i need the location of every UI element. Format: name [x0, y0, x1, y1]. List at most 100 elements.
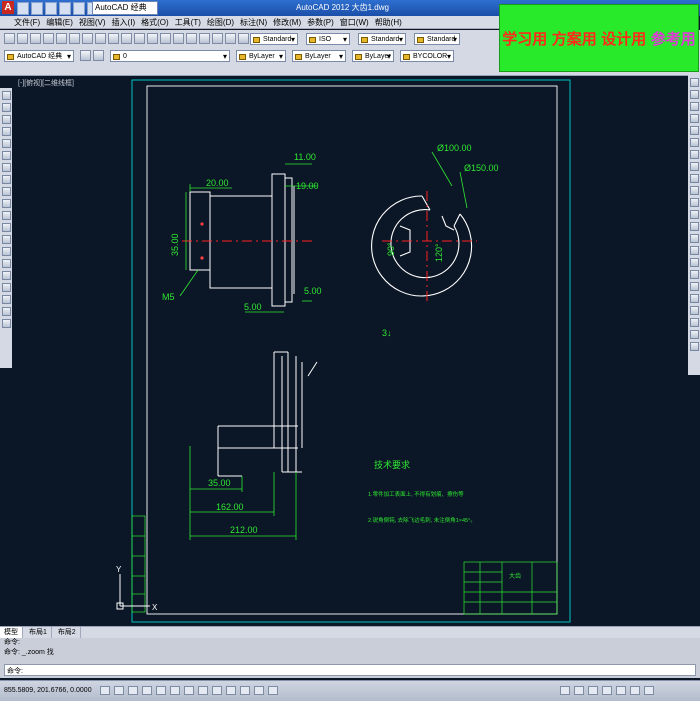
dyn-icon[interactable]: [212, 686, 222, 695]
quick-view-layouts-icon[interactable]: [574, 686, 584, 695]
line-icon[interactable]: [1, 91, 11, 100]
polyline-icon[interactable]: [1, 115, 11, 124]
menu-modify[interactable]: 修改(M): [273, 16, 301, 28]
menu-help[interactable]: 帮助(H): [375, 16, 402, 28]
quick-view-drawings-icon[interactable]: [588, 686, 598, 695]
grid-icon[interactable]: [114, 686, 124, 695]
clean-screen-icon[interactable]: [644, 686, 654, 695]
offset-icon[interactable]: [689, 114, 699, 123]
copy-icon[interactable]: [95, 33, 106, 44]
break-icon[interactable]: [689, 222, 699, 231]
linetype-select[interactable]: ByLayer: [292, 50, 346, 62]
table-icon[interactable]: [1, 295, 11, 304]
hatch-icon[interactable]: [1, 259, 11, 268]
menu-file[interactable]: 文件(F): [14, 16, 40, 28]
otrack-icon[interactable]: [184, 686, 194, 695]
trim-icon[interactable]: [689, 186, 699, 195]
open-icon[interactable]: [17, 33, 28, 44]
array-icon[interactable]: [689, 126, 699, 135]
dim-style-select[interactable]: ISO: [306, 33, 350, 45]
orbit-icon[interactable]: [689, 330, 699, 339]
join-icon[interactable]: [689, 234, 699, 243]
undo-icon[interactable]: [134, 33, 145, 44]
menu-draw[interactable]: 绘图(D): [207, 16, 234, 28]
stretch-icon[interactable]: [689, 174, 699, 183]
workspace-switcher[interactable]: AutoCAD 经典: [92, 1, 158, 15]
selection-cycling-icon[interactable]: [268, 686, 278, 695]
save-icon[interactable]: [45, 2, 57, 15]
lineweight-select[interactable]: ByLayer: [352, 50, 394, 62]
new-icon[interactable]: [17, 2, 29, 15]
menu-edit[interactable]: 编辑(E): [46, 16, 73, 28]
annotation-scale-icon[interactable]: [602, 686, 612, 695]
saveas-icon[interactable]: [59, 2, 71, 15]
properties-icon[interactable]: [212, 33, 223, 44]
copy-object-icon[interactable]: [689, 90, 699, 99]
color-select[interactable]: ByLayer: [236, 50, 286, 62]
ellipse-arc-icon[interactable]: [1, 211, 11, 220]
text-style-select[interactable]: Standard: [250, 33, 298, 45]
paste-icon[interactable]: [108, 33, 119, 44]
table-style-select[interactable]: Standard: [358, 33, 406, 45]
model-viewport[interactable]: [-][俯视][二维线框] 20.00 11.00 19.00 35.00 5.…: [12, 76, 688, 624]
circle-icon[interactable]: [1, 163, 11, 172]
rotate-icon[interactable]: [689, 150, 699, 159]
drawing-canvas[interactable]: 20.00 11.00 19.00 35.00 5.00 5.00 M5 Ø10…: [12, 76, 688, 624]
model-space-icon[interactable]: [560, 686, 570, 695]
spline-icon[interactable]: [1, 187, 11, 196]
plotstyle-select[interactable]: BYCOLOR: [400, 50, 454, 62]
lineweight-icon[interactable]: [226, 686, 236, 695]
rectangle-icon[interactable]: [1, 139, 11, 148]
save-icon[interactable]: [30, 33, 41, 44]
matchprop-icon[interactable]: [121, 33, 132, 44]
zoom-nav-icon[interactable]: [689, 318, 699, 327]
command-input[interactable]: 命令:: [4, 664, 696, 676]
make-block-icon[interactable]: [1, 235, 11, 244]
ellipse-icon[interactable]: [1, 199, 11, 208]
polygon-icon[interactable]: [1, 127, 11, 136]
add-selected-icon[interactable]: [1, 319, 11, 328]
cut-icon[interactable]: [82, 33, 93, 44]
polar-icon[interactable]: [142, 686, 152, 695]
ortho-icon[interactable]: [128, 686, 138, 695]
preview-icon[interactable]: [56, 33, 67, 44]
publish-icon[interactable]: [69, 33, 80, 44]
layer-properties-icon[interactable]: [80, 50, 91, 61]
redo-icon[interactable]: [147, 33, 158, 44]
menu-dimension[interactable]: 标注(N): [240, 16, 267, 28]
extend-icon[interactable]: [689, 198, 699, 207]
erase-icon[interactable]: [689, 78, 699, 87]
navwheel-icon[interactable]: [689, 294, 699, 303]
mleader-style-select[interactable]: Standard: [414, 33, 460, 45]
mtext-icon[interactable]: [1, 307, 11, 316]
insert-block-icon[interactable]: [1, 223, 11, 232]
explode-icon[interactable]: [689, 282, 699, 291]
menu-format[interactable]: 格式(O): [141, 16, 169, 28]
menu-insert[interactable]: 插入(I): [112, 16, 136, 28]
undo-icon[interactable]: [73, 2, 85, 15]
revcloud-icon[interactable]: [1, 175, 11, 184]
snap-icon[interactable]: [100, 686, 110, 695]
toolpalettes-icon[interactable]: [238, 33, 249, 44]
showmotion-icon[interactable]: [689, 342, 699, 351]
qnew-icon[interactable]: [4, 33, 15, 44]
break-at-point-icon[interactable]: [689, 210, 699, 219]
workspace-icon[interactable]: [616, 686, 626, 695]
scale-icon[interactable]: [689, 162, 699, 171]
menu-view[interactable]: 视图(V): [79, 16, 106, 28]
quick-properties-icon[interactable]: [254, 686, 264, 695]
pan-icon[interactable]: [160, 33, 171, 44]
zoom-previous-icon[interactable]: [199, 33, 210, 44]
point-icon[interactable]: [1, 247, 11, 256]
menu-parametric[interactable]: 参数(P): [307, 16, 334, 28]
mirror-icon[interactable]: [689, 102, 699, 111]
arc-icon[interactable]: [1, 151, 11, 160]
layer-state-icon[interactable]: [93, 50, 104, 61]
osnap-icon[interactable]: [156, 686, 166, 695]
zoom-realtime-icon[interactable]: [173, 33, 184, 44]
transparency-icon[interactable]: [240, 686, 250, 695]
blend-icon[interactable]: [689, 270, 699, 279]
construction-line-icon[interactable]: [1, 103, 11, 112]
ducs-icon[interactable]: [198, 686, 208, 695]
zoom-window-icon[interactable]: [186, 33, 197, 44]
